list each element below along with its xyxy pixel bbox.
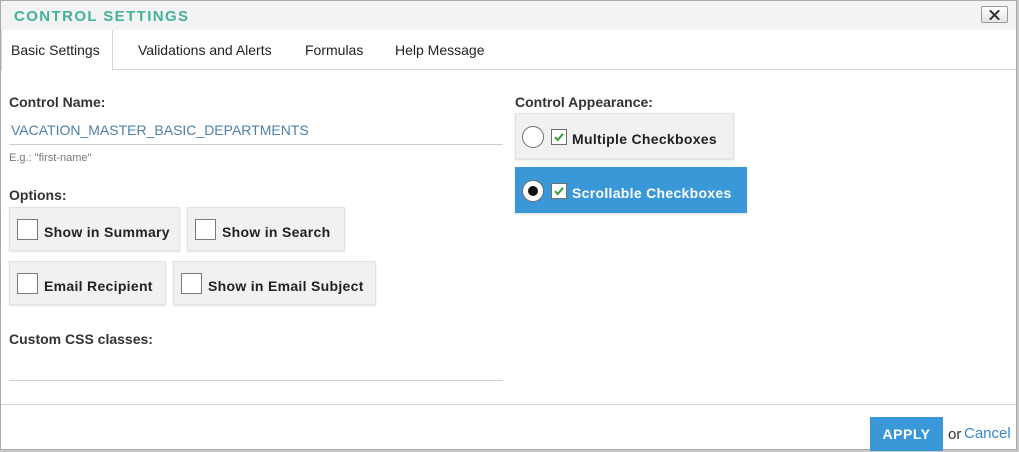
close-button[interactable] xyxy=(981,6,1008,23)
tab-validations-and-alerts[interactable]: Validations and Alerts xyxy=(138,30,272,70)
show-in-summary-option[interactable]: Show in Summary xyxy=(9,207,180,251)
dialog-titlebar: CONTROL SETTINGS xyxy=(1,1,1016,30)
show-in-summary-label: Show in Summary xyxy=(44,224,170,240)
email-recipient-option[interactable]: Email Recipient xyxy=(9,261,166,305)
checkbox-checked-icon xyxy=(551,183,567,199)
tab-basic-settings[interactable]: Basic Settings xyxy=(1,30,113,71)
tab-formulas[interactable]: Formulas xyxy=(305,30,363,70)
scrollable-checkboxes-radio[interactable] xyxy=(522,180,544,202)
show-in-summary-checkbox[interactable] xyxy=(17,219,38,240)
or-text: or xyxy=(948,426,962,443)
control-appearance-label: Control Appearance: xyxy=(515,94,653,110)
control-name-hint: E.g.: "first-name" xyxy=(9,152,92,164)
show-in-search-label: Show in Search xyxy=(222,224,331,240)
control-name-input[interactable] xyxy=(9,115,503,145)
checkbox-checked-icon xyxy=(551,129,567,145)
email-recipient-checkbox[interactable] xyxy=(17,273,38,294)
scrollable-checkboxes-option[interactable]: Scrollable Checkboxes xyxy=(515,167,747,213)
cancel-link[interactable]: Cancel xyxy=(964,425,1011,442)
show-in-email-subject-label: Show in Email Subject xyxy=(208,278,364,294)
dialog-title: CONTROL SETTINGS xyxy=(14,8,190,25)
options-label: Options: xyxy=(9,187,67,203)
show-in-search-checkbox[interactable] xyxy=(195,219,216,240)
footer-divider xyxy=(1,404,1016,405)
radio-selected-dot xyxy=(528,186,538,196)
close-x-icon xyxy=(989,9,1000,20)
email-recipient-label: Email Recipient xyxy=(44,278,153,294)
show-in-search-option[interactable]: Show in Search xyxy=(187,207,345,251)
custom-css-input[interactable] xyxy=(9,351,503,381)
show-in-email-subject-checkbox[interactable] xyxy=(181,273,202,294)
control-settings-dialog: CONTROL SETTINGS Basic Settings Validati… xyxy=(0,0,1017,451)
multiple-checkboxes-label: Multiple Checkboxes xyxy=(572,131,717,147)
tab-bar: Basic Settings Validations and Alerts Fo… xyxy=(1,30,1016,71)
show-in-email-subject-option[interactable]: Show in Email Subject xyxy=(173,261,376,305)
tab-help-message[interactable]: Help Message xyxy=(395,30,485,70)
custom-css-label: Custom CSS classes: xyxy=(9,331,153,347)
scrollable-checkboxes-label: Scrollable Checkboxes xyxy=(572,185,732,201)
multiple-checkboxes-option[interactable]: Multiple Checkboxes xyxy=(515,113,734,159)
multiple-checkboxes-radio[interactable] xyxy=(522,126,544,148)
apply-button[interactable]: APPLY xyxy=(870,417,943,451)
control-name-label: Control Name: xyxy=(9,94,106,110)
